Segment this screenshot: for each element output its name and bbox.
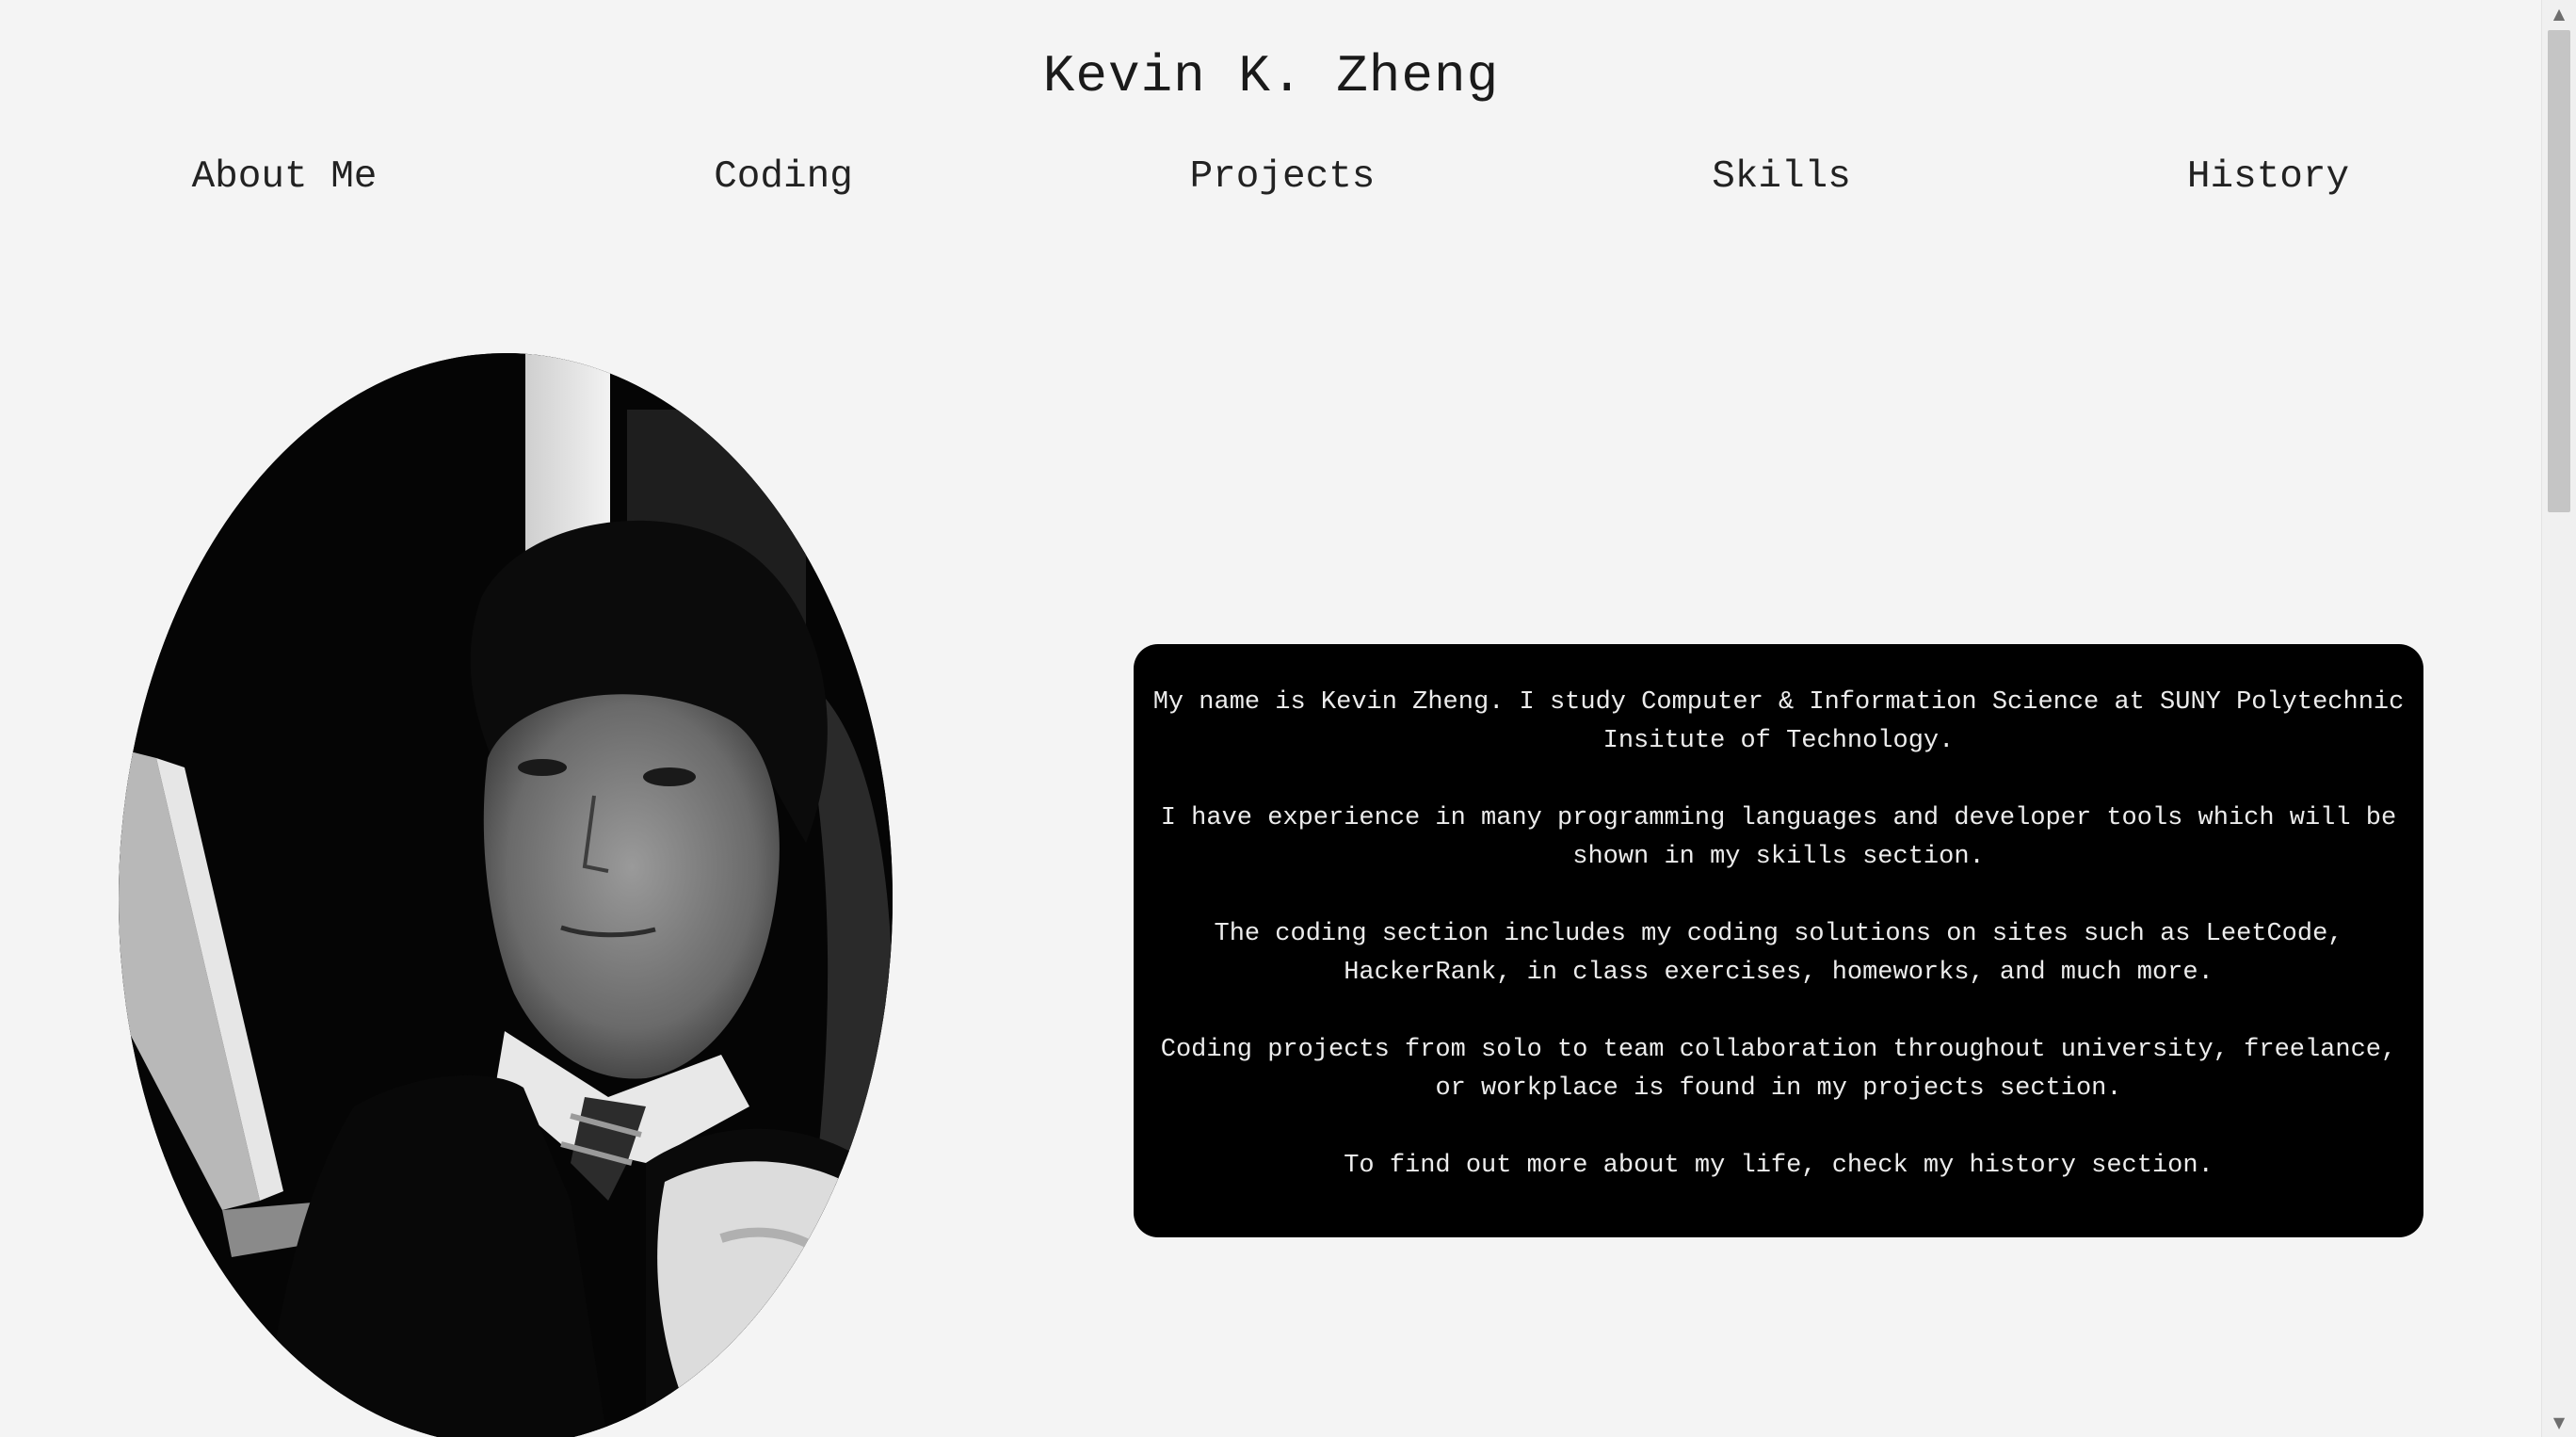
about-paragraph-3: The coding section includes my coding so… xyxy=(1214,920,2343,987)
about-card: My name is Kevin Zheng. I study Computer… xyxy=(1134,644,2423,1237)
nav-projects[interactable]: Projects xyxy=(1190,149,1376,205)
nav-about-me[interactable]: About Me xyxy=(192,149,378,205)
nav-coding[interactable]: Coding xyxy=(714,149,853,205)
page: Kevin K. Zheng About Me Coding Projects … xyxy=(0,0,2576,1437)
nav-history[interactable]: History xyxy=(2187,149,2349,205)
nav-skills[interactable]: Skills xyxy=(1712,149,1851,205)
site-title: Kevin K. Zheng xyxy=(1042,46,1500,106)
triangle-up-icon[interactable]: ▲ xyxy=(2542,0,2576,28)
about-paragraph-5: To find out more about my life, check my… xyxy=(1344,1152,2214,1180)
about-paragraph-1: My name is Kevin Zheng. I study Computer… xyxy=(1152,688,2405,755)
triangle-down-icon[interactable]: ▼ xyxy=(2542,1409,2576,1437)
scrollbar-thumb[interactable] xyxy=(2548,30,2570,512)
profile-photo-illustration xyxy=(119,353,893,1437)
about-paragraph-2: I have experience in many programming la… xyxy=(1160,804,2397,871)
main-nav: About Me Coding Projects Skills History xyxy=(0,149,2542,205)
vertical-scrollbar[interactable]: ▲ ▼ xyxy=(2541,0,2576,1437)
profile-photo xyxy=(119,353,893,1437)
about-paragraph-4: Coding projects from solo to team collab… xyxy=(1160,1036,2397,1103)
